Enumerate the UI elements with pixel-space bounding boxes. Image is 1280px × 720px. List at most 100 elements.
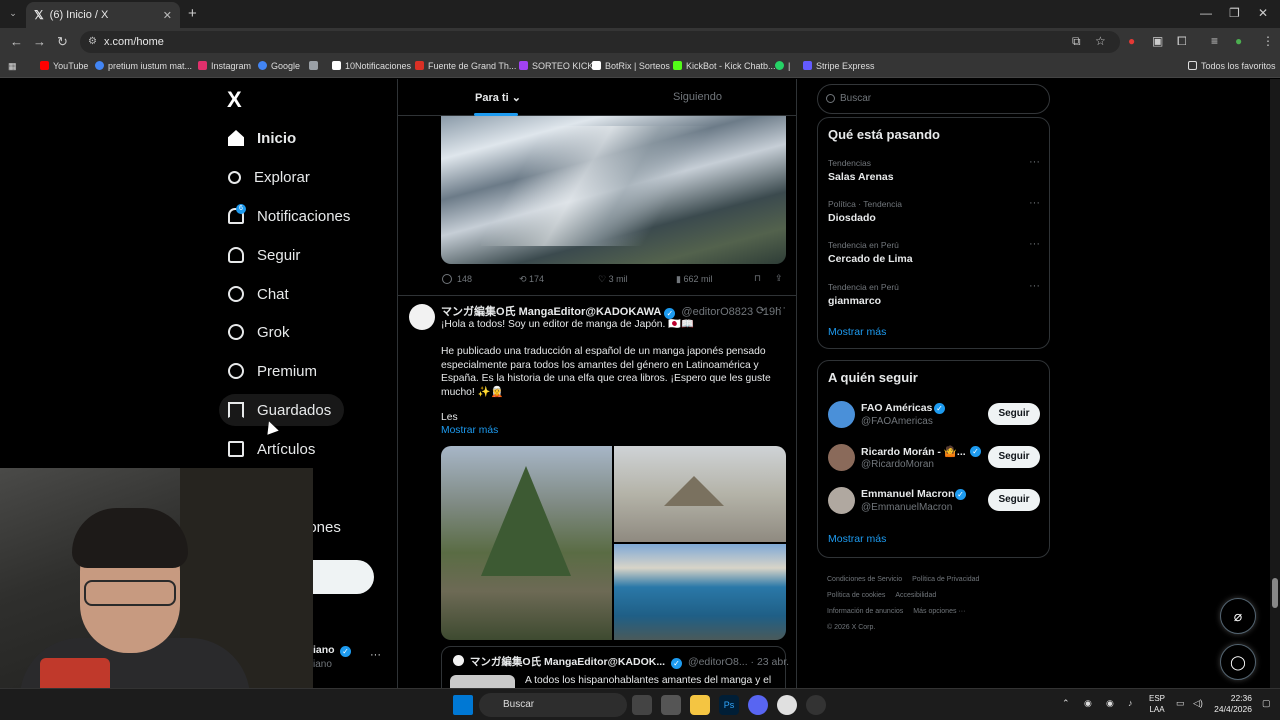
tray-app-icon[interactable]: ◉	[1084, 698, 1092, 709]
file-explorer-icon[interactable]	[690, 695, 710, 715]
follow-suggestion[interactable]: Emmanuel Macron ✓ @EmmanuelMacron Seguir	[828, 487, 1040, 517]
extensions-puzzle-icon[interactable]: ⧠	[1177, 34, 1187, 49]
star-bookmark-icon[interactable]: ☆	[1095, 34, 1106, 48]
follow-button[interactable]: Seguir	[988, 489, 1040, 511]
post-button[interactable]: r	[305, 560, 374, 594]
mic-icon[interactable]: ♪	[1128, 698, 1133, 708]
bookmark-stripe[interactable]: Stripe Express	[803, 61, 875, 71]
image-teotihuacan[interactable]	[614, 446, 786, 542]
nav-premium[interactable]: Premium	[228, 356, 317, 386]
follow-button[interactable]: Seguir	[988, 403, 1040, 425]
footer-link[interactable]: Política de Privacidad	[912, 576, 979, 583]
trend-item[interactable]: Política · Tendencia Diosdado ···	[828, 197, 1040, 224]
chrome-icon[interactable]	[777, 695, 797, 715]
tray-app-icon[interactable]: ◉	[1106, 698, 1114, 709]
apps-grid-icon[interactable]: ▦	[8, 61, 17, 72]
footer-link[interactable]: Política de cookies	[827, 592, 885, 599]
nav-articulos[interactable]: Artículos	[228, 434, 315, 464]
language-indicator[interactable]: ESP LAA	[1146, 693, 1168, 715]
app-icon[interactable]	[806, 695, 826, 715]
grok-post-icon[interactable]: ⟳	[756, 304, 765, 317]
author-handle[interactable]: @editorO8823 · 19h	[681, 306, 781, 318]
nav-guardados[interactable]: Guardados	[228, 395, 331, 425]
trend-item[interactable]: Tendencias Salas Arenas ···	[828, 156, 1040, 183]
chat-fab-icon[interactable]: ◯	[1220, 644, 1256, 680]
nav-notificaciones[interactable]: Notificaciones	[228, 201, 350, 231]
address-bar[interactable]: ⚙ x.com/home	[80, 31, 1120, 53]
clock[interactable]: 22:36 24/4/2026	[1210, 693, 1252, 715]
bookmark-kickbot[interactable]: KickBot - Kick Chatb...	[673, 61, 776, 71]
follow-button[interactable]: Seguir	[988, 446, 1040, 468]
follow-suggestion[interactable]: FAO Américas ✓ @FAOAmericas Seguir	[828, 401, 1040, 431]
bookmark-gta[interactable]: Fuente de Grand Th...	[415, 61, 516, 71]
nav-seguir[interactable]: Seguir	[228, 240, 300, 270]
more-icon[interactable]: ···	[1029, 238, 1040, 250]
footer-link[interactable]: Más opciones ···	[913, 608, 965, 615]
window-close-icon[interactable]: ✕	[1258, 6, 1268, 20]
tab-search-icon[interactable]: ⌄	[6, 6, 20, 20]
image-machu-picchu[interactable]	[441, 446, 612, 640]
trend-item[interactable]: Tendencia en Perú Cercado de Lima ···	[828, 238, 1040, 265]
app-icon[interactable]	[661, 695, 681, 715]
image-coast[interactable]	[614, 544, 786, 640]
tab-close-icon[interactable]: ✕	[163, 9, 172, 22]
nav-inicio[interactable]: Inicio	[228, 123, 296, 153]
bookmark-whatsapp[interactable]: |	[775, 61, 790, 71]
grok-fab-icon[interactable]: ⌀	[1220, 598, 1256, 634]
profile-name-partial[interactable]: iano	[313, 644, 335, 656]
volume-icon[interactable]: ◁)	[1193, 698, 1203, 709]
follow-show-more[interactable]: Mostrar más	[828, 533, 886, 545]
tab-para-ti[interactable]: Para ti ⌄	[475, 91, 521, 104]
more-icon[interactable]: ···	[1029, 156, 1040, 168]
bookmark-botrix[interactable]: BotRix | Sorteos	[592, 61, 670, 71]
avatar[interactable]	[409, 304, 435, 330]
follow-suggestion[interactable]: Ricardo Morán - 🤷... ✓ @RicardoMoran Segu…	[828, 444, 1040, 474]
author-name[interactable]: マンガ編集O氏 MangaEditor@KADOKAWA	[441, 306, 661, 318]
scrollbar-thumb[interactable]	[1272, 578, 1278, 608]
restore-icon[interactable]: ❐	[1229, 6, 1240, 20]
account-more-icon[interactable]: ···	[370, 649, 381, 661]
show-more-link[interactable]: Mostrar más	[441, 424, 781, 438]
views-action[interactable]: ▮ 662 mil	[676, 274, 712, 285]
bookmark-instagram[interactable]: Instagram	[198, 61, 251, 71]
install-app-icon[interactable]: ⧉	[1072, 34, 1081, 49]
footer-link[interactable]: Condiciones de Servicio	[827, 576, 902, 583]
bookmark-youtube[interactable]: YouTube	[40, 61, 88, 71]
extension-red-icon[interactable]: ●	[1128, 34, 1135, 48]
tray-overflow-icon[interactable]: ⌃	[1062, 698, 1070, 709]
trend-item[interactable]: Tendencia en Perú gianmarco ···	[828, 280, 1040, 307]
x-logo-icon[interactable]: X	[227, 87, 242, 113]
site-info-icon[interactable]: ⚙	[88, 31, 97, 53]
quoted-post[interactable]: マンガ編集O氏 MangaEditor@KADOK... ✓ @editorO8…	[441, 646, 789, 688]
footer-link[interactable]: Información de anuncios	[827, 608, 903, 615]
reply-action[interactable]: 148	[442, 274, 472, 284]
bookmark-sorteo-kick[interactable]: SORTEO KICK	[519, 61, 593, 71]
new-tab-icon[interactable]: +	[188, 5, 197, 22]
browser-tab-active[interactable]: 𝕏 (6) Inicio / X ✕	[26, 2, 180, 28]
more-icon[interactable]: ···	[1029, 280, 1040, 292]
forward-icon[interactable]: →	[33, 34, 46, 49]
task-view-icon[interactable]	[632, 695, 652, 715]
tab-siguiendo[interactable]: Siguiendo	[673, 91, 722, 103]
bookmark-google[interactable]: Google	[258, 61, 300, 71]
more-icon[interactable]: ···	[1029, 197, 1040, 209]
nav-chat[interactable]: Chat	[228, 279, 289, 309]
taskbar-search[interactable]: Buscar	[479, 693, 627, 717]
footer-link[interactable]: Accesibilidad	[895, 592, 936, 599]
photoshop-icon[interactable]: Ps	[719, 695, 739, 715]
all-bookmarks[interactable]: Todos los favoritos	[1188, 61, 1276, 71]
discord-icon[interactable]	[748, 695, 768, 715]
share-action[interactable]: ⇪	[775, 273, 783, 284]
like-action[interactable]: ♡ 3 mil	[598, 274, 628, 285]
bookmark-10notificaciones[interactable]: 10Notificaciones	[332, 61, 411, 71]
post-more-icon[interactable]: ···	[775, 302, 786, 314]
chrome-menu-icon[interactable]: ⋮	[1262, 34, 1274, 48]
trends-show-more[interactable]: Mostrar más	[828, 326, 886, 338]
windows-start-icon[interactable]	[453, 695, 473, 715]
search-input[interactable]: Buscar	[817, 84, 1050, 114]
network-icon[interactable]: ▭	[1176, 698, 1185, 709]
extension-icon[interactable]: ▣	[1152, 34, 1163, 48]
nav-explorar[interactable]: Explorar	[228, 162, 310, 192]
reload-icon[interactable]: ↻	[57, 34, 68, 50]
post-media-mountains[interactable]	[441, 116, 786, 264]
